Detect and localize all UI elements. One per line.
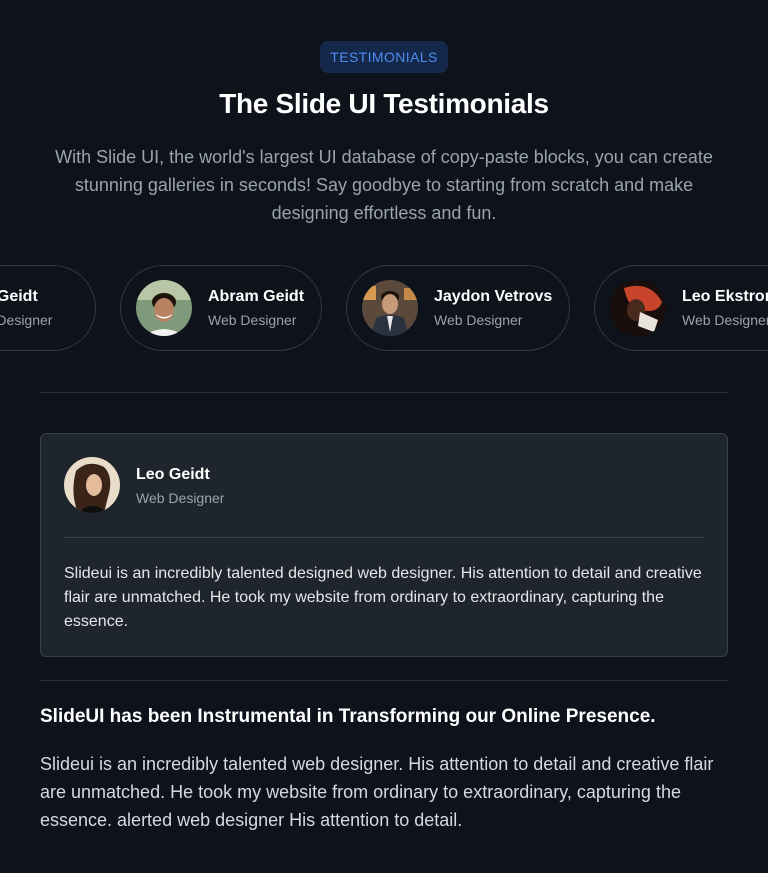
person-name: Jaydon Vetrovs (434, 288, 553, 305)
testimonials-section: TESTIMONIALS The Slide UI Testimonials W… (0, 0, 768, 873)
person-name: Leo Geidt (0, 288, 38, 305)
avatar (362, 280, 418, 336)
person-role: Web Designer (434, 312, 523, 328)
person-role: Web Designer (0, 312, 53, 328)
testimonial-pill[interactable]: Abram Geidt Web Designer (120, 265, 322, 351)
person-name: Leo Geidt (136, 466, 210, 483)
page-title: The Slide UI Testimonials (219, 88, 549, 119)
person-role: Web Designer (682, 312, 768, 328)
section-divider (40, 392, 728, 393)
person-name: Leo Ekstrom (682, 288, 768, 305)
testimonial-pill[interactable]: Leo Geidt Web Designer (0, 265, 96, 351)
page-subtitle: With Slide UI, the world's largest UI da… (55, 147, 713, 223)
avatar (136, 280, 192, 336)
testimonial-pill[interactable]: Leo Ekstrom Web Designer (594, 265, 768, 351)
card-divider (64, 537, 705, 538)
person-role: Web Designer (208, 312, 297, 328)
testimonial-pill[interactable]: Jaydon Vetrovs Web Designer (346, 265, 570, 351)
testimonial-headline: SlideUI has been Instrumental in Transfo… (40, 706, 656, 727)
section-divider (40, 680, 728, 681)
person-role: Web Designer (136, 490, 225, 506)
section-badge: TESTIMONIALS (320, 41, 448, 73)
avatar (610, 280, 666, 336)
testimonial-body: Slideui is an incredibly talented web de… (40, 754, 714, 830)
person-name: Abram Geidt (208, 288, 305, 305)
testimonial-carousel[interactable]: Leo Geidt Web Designer Abram Geidt Web D… (0, 265, 768, 353)
avatar (64, 457, 120, 513)
testimonial-quote: Slideui is an incredibly talented design… (64, 565, 702, 630)
featured-testimonial-card: Leo Geidt Web Designer Slideui is an inc… (40, 433, 728, 657)
